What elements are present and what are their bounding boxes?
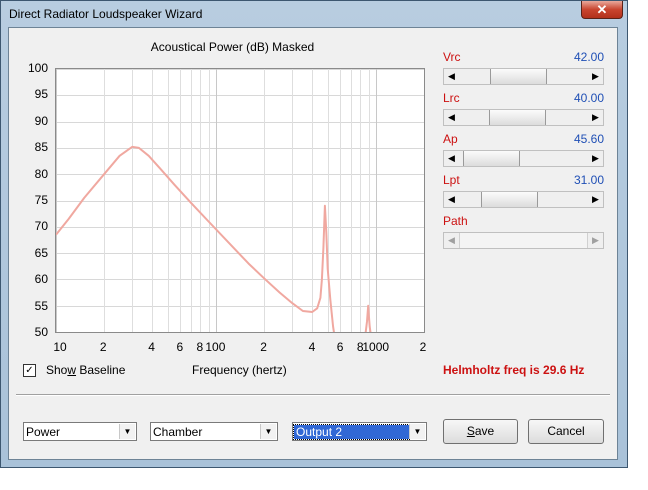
x-tick-label: 2 xyxy=(260,340,267,354)
arrow-right-icon[interactable]: ▶ xyxy=(588,151,603,166)
y-tick-label: 90 xyxy=(34,113,48,128)
arrow-left-icon[interactable]: ◀ xyxy=(444,192,459,207)
arrow-left-icon: ◀ xyxy=(448,235,455,245)
save-button[interactable]: Save xyxy=(443,419,518,444)
slider-thumb[interactable] xyxy=(488,110,546,125)
display-mode-value: Power xyxy=(26,425,61,439)
cancel-button[interactable]: Cancel xyxy=(528,419,604,444)
arrow-right-icon: ▶ xyxy=(592,235,599,245)
arrow-left-icon[interactable]: ◀ xyxy=(444,69,459,84)
y-tick-label: 95 xyxy=(34,87,48,102)
arrow-right-icon[interactable]: ▶ xyxy=(588,69,603,84)
slider-vrc[interactable]: ◀ ▶ xyxy=(443,68,604,85)
y-tick-label: 65 xyxy=(34,245,48,260)
close-button[interactable]: ✕ xyxy=(581,1,623,19)
x-tick-label: 4 xyxy=(148,340,155,354)
x-axis-label: Frequency (hertz) xyxy=(192,363,287,377)
slider-value-ap: 45.60 xyxy=(573,132,604,146)
output-value: Output 2 xyxy=(293,424,410,440)
y-tick-label: 100 xyxy=(27,61,48,75)
arrow-left-icon[interactable]: ◀ xyxy=(444,110,459,125)
slider-value-lrc: 40.00 xyxy=(573,91,604,105)
x-tick-label: 2 xyxy=(419,340,427,354)
y-tick-label: 70 xyxy=(34,219,48,234)
close-icon: ✕ xyxy=(596,2,608,17)
slider-thumb xyxy=(459,233,588,248)
chevron-down-icon[interactable]: ▼ xyxy=(409,424,425,439)
slider-value-lpt: 31.00 xyxy=(573,173,604,187)
title-bar[interactable]: Direct Radiator Loudspeaker Wizard ✕ xyxy=(1,1,627,28)
chamber-value: Chamber xyxy=(153,425,203,439)
show-baseline-checkbox[interactable]: ✓ xyxy=(23,364,36,377)
y-tick-label: 85 xyxy=(34,140,48,155)
plot-area xyxy=(55,68,425,335)
slider-label-path: Path xyxy=(443,214,468,228)
x-tick-label: 10 xyxy=(53,340,67,354)
y-tick-label: 75 xyxy=(34,193,48,207)
chamber-combo[interactable]: Chamber ▼ xyxy=(150,422,278,441)
slider-path: ◀ ▶ xyxy=(443,232,604,249)
y-tick-label: 60 xyxy=(34,272,48,287)
y-tick-label: 80 xyxy=(34,166,48,181)
arrow-right-icon[interactable]: ▶ xyxy=(588,192,603,207)
checkmark-icon: ✓ xyxy=(25,365,34,376)
arrow-left-icon[interactable]: ◀ xyxy=(444,151,459,166)
window-title: Direct Radiator Loudspeaker Wizard xyxy=(9,7,203,21)
chart-title: Acoustical Power (dB) Masked xyxy=(150,40,315,54)
arrow-right-icon[interactable]: ▶ xyxy=(588,110,603,125)
slider-thumb[interactable] xyxy=(481,192,539,207)
plot-svg xyxy=(55,69,425,335)
chevron-down-icon[interactable]: ▼ xyxy=(119,424,135,439)
slider-label-ap: Ap xyxy=(443,132,458,146)
save-button-label: Save xyxy=(466,424,495,438)
x-tick-label: 4 xyxy=(308,340,316,354)
slider-label-vrc: Vrc xyxy=(443,50,461,64)
cancel-button-label: Cancel xyxy=(547,424,585,438)
x-tick-label: 2 xyxy=(99,340,107,354)
output-combo[interactable]: Output 2 ▼ xyxy=(292,422,427,441)
y-tick-label: 55 xyxy=(34,298,48,313)
slider-label-lrc: Lrc xyxy=(443,91,460,105)
slider-ap[interactable]: ◀ ▶ xyxy=(443,150,604,167)
slider-thumb[interactable] xyxy=(489,69,547,84)
y-tick-label: 50 xyxy=(34,325,48,339)
slider-label-lpt: Lpt xyxy=(443,173,460,187)
slider-value-vrc: 42.00 xyxy=(573,50,604,64)
x-tick-label: 1000 xyxy=(362,340,390,354)
slider-lrc[interactable]: ◀ ▶ xyxy=(443,109,604,126)
display-mode-combo[interactable]: Power ▼ xyxy=(23,422,137,441)
helmholtz-text: Helmholtz freq is 29.6 Hz xyxy=(443,363,585,377)
separator xyxy=(16,394,610,396)
slider-thumb[interactable] xyxy=(463,151,521,166)
chevron-down-icon[interactable]: ▼ xyxy=(260,424,276,439)
show-baseline-label[interactable]: Show Baseline xyxy=(46,363,125,377)
slider-lpt[interactable]: ◀ ▶ xyxy=(443,191,604,208)
x-tick-label: 100 xyxy=(205,340,226,354)
